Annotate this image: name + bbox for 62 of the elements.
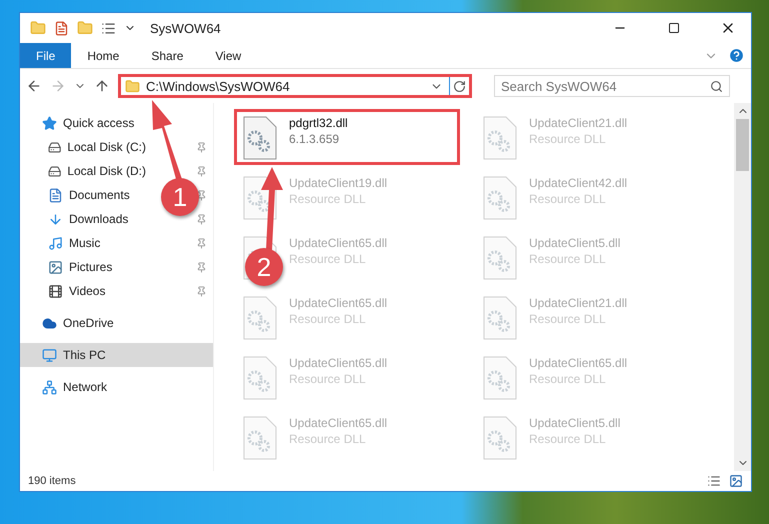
star-icon bbox=[42, 116, 57, 130]
document-icon bbox=[48, 188, 63, 202]
large-icons-view-icon[interactable] bbox=[729, 474, 743, 488]
dll-file-icon bbox=[243, 416, 277, 460]
window-title: SysWOW64 bbox=[150, 20, 221, 36]
folder-icon bbox=[125, 78, 140, 94]
sidebar-item[interactable]: Music bbox=[20, 231, 150, 255]
file-name[interactable]: pdgrtl32.dll bbox=[289, 116, 348, 130]
pin-icon[interactable] bbox=[196, 166, 207, 176]
pin-icon[interactable] bbox=[196, 286, 207, 296]
sidebar-item[interactable]: Local Disk (C:) bbox=[20, 135, 150, 159]
address-bar[interactable]: C:\Windows\SysWOW64 bbox=[118, 74, 472, 98]
dll-file-icon bbox=[483, 416, 517, 460]
music-icon bbox=[48, 236, 63, 250]
dll-file-icon bbox=[483, 236, 517, 280]
sidebar-item[interactable]: Documents bbox=[20, 183, 150, 207]
address-path: C:\Windows\SysWOW64 bbox=[146, 78, 291, 94]
help-icon[interactable] bbox=[728, 47, 745, 64]
dll-file-icon bbox=[243, 296, 277, 340]
sidebar-item[interactable]: Network bbox=[20, 375, 213, 399]
search-icon bbox=[710, 80, 723, 92]
film-icon bbox=[48, 284, 63, 298]
network-icon bbox=[42, 380, 57, 394]
file-detail: 6.1.3.659 bbox=[289, 132, 340, 146]
sidebar-item[interactable]: Quick access bbox=[20, 111, 213, 135]
details-view-icon[interactable] bbox=[707, 474, 721, 488]
sidebar-item[interactable]: Pictures bbox=[20, 255, 150, 279]
ribbon-tab[interactable]: Share bbox=[135, 43, 200, 68]
pin-icon[interactable] bbox=[196, 190, 207, 200]
search-field[interactable]: Search SysWOW64 bbox=[494, 75, 730, 97]
picture-icon bbox=[48, 260, 63, 274]
dll-file-icon bbox=[483, 176, 517, 220]
ribbon-tab[interactable]: Home bbox=[71, 43, 136, 68]
back-icon[interactable] bbox=[26, 78, 42, 94]
dll-file-icon bbox=[243, 116, 277, 160]
sidebar-item[interactable]: OneDrive bbox=[20, 311, 213, 335]
sidebar-item[interactable]: Downloads bbox=[20, 207, 150, 231]
up-icon[interactable] bbox=[94, 78, 110, 94]
scrollbar[interactable] bbox=[734, 103, 751, 471]
dll-file-icon bbox=[483, 356, 517, 400]
dll-file-icon bbox=[483, 296, 517, 340]
item-count: 190 items bbox=[28, 475, 76, 487]
sidebar-item[interactable]: Videos bbox=[20, 279, 150, 303]
sidebar-item[interactable]: This PC bbox=[20, 343, 213, 367]
cloud-icon bbox=[42, 316, 57, 330]
pin-icon[interactable] bbox=[196, 214, 207, 224]
monitor-icon bbox=[42, 348, 57, 362]
dll-file-icon bbox=[243, 356, 277, 400]
download-icon bbox=[48, 212, 63, 226]
drive-icon bbox=[48, 140, 62, 154]
pin-icon[interactable] bbox=[196, 142, 207, 152]
refresh-icon[interactable] bbox=[453, 80, 466, 92]
drive-icon bbox=[48, 164, 62, 178]
ribbon-tab[interactable]: File bbox=[20, 43, 72, 68]
ribbon-tab[interactable]: View bbox=[199, 43, 258, 68]
sidebar-item[interactable]: Local Disk (D:) bbox=[20, 159, 150, 183]
dll-file-icon bbox=[483, 116, 517, 160]
pin-icon[interactable] bbox=[196, 238, 207, 248]
maximize-icon bbox=[668, 22, 680, 34]
view-icon[interactable] bbox=[101, 20, 116, 36]
scroll-thumb[interactable] bbox=[736, 119, 749, 171]
pin-icon[interactable] bbox=[196, 262, 207, 272]
